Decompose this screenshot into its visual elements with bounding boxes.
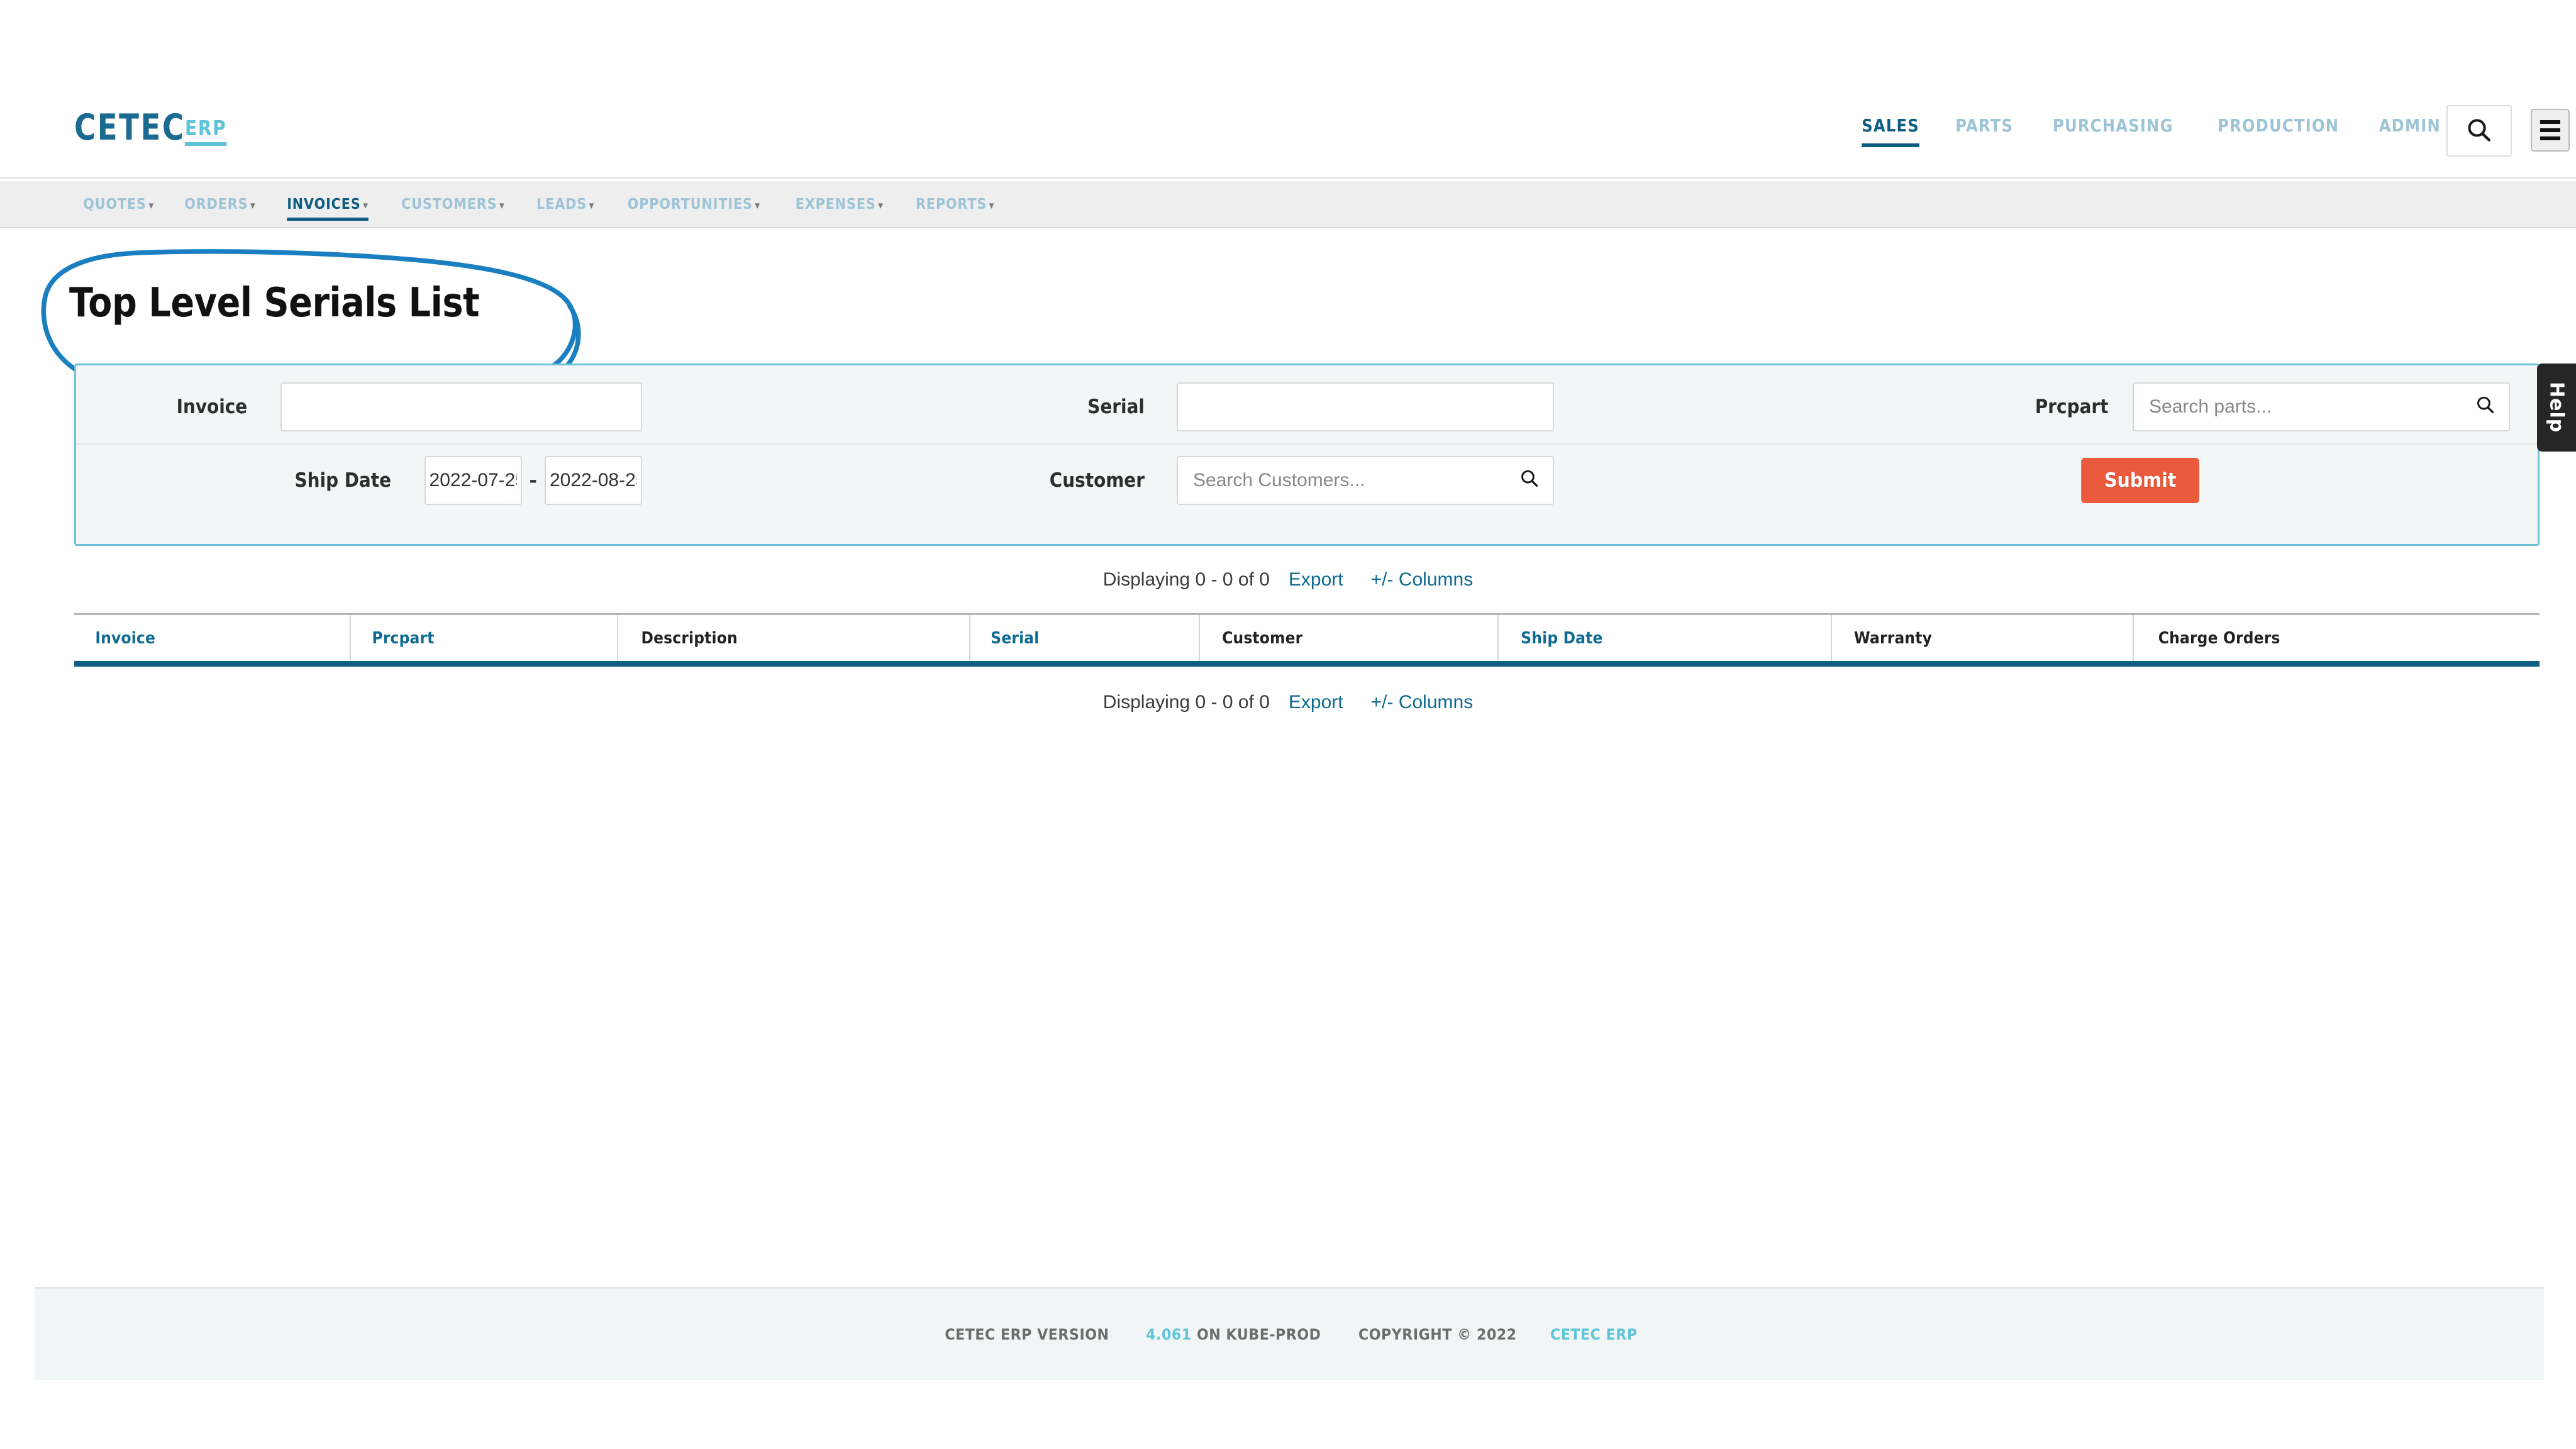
chevron-down-icon: ▾: [499, 199, 505, 212]
table-header-ship-date[interactable]: Ship Date: [1499, 615, 1832, 661]
footer-version-label: CETEC ERP VERSION: [944, 1325, 1109, 1343]
subnav-item-opportunities[interactable]: OPPORTUNITIES ▾: [618, 196, 771, 213]
footer-copyright: COPYRIGHT © 2022: [1358, 1325, 1517, 1343]
subnav-label: QUOTES: [83, 196, 147, 213]
export-link-top[interactable]: Export: [1289, 569, 1343, 591]
ship-date-label: Ship Date: [294, 469, 391, 492]
col-label: Invoice: [95, 628, 156, 648]
help-tab-label: Help: [2545, 382, 2568, 433]
subnav-label: INVOICES: [287, 196, 361, 213]
footer-cetec-erp-link[interactable]: CETEC ERP: [1550, 1326, 1638, 1343]
col-label: Description: [641, 628, 738, 648]
subnav-label: LEADS: [536, 196, 587, 213]
subnav-item-orders[interactable]: ORDERS ▾: [174, 196, 266, 213]
table-header-serial[interactable]: Serial: [970, 615, 1200, 661]
subnav-item-reports[interactable]: REPORTS ▾: [906, 196, 1005, 213]
col-label: Ship Date: [1521, 628, 1603, 648]
col-label: Warranty: [1853, 628, 1933, 648]
prcpart-label: Prcpart: [2035, 396, 2109, 418]
subnav-item-expenses[interactable]: EXPENSES ▾: [786, 196, 894, 213]
hamburger-menu-button[interactable]: [2531, 109, 2570, 152]
col-label: Prcpart: [372, 628, 435, 648]
export-link-bottom[interactable]: Export: [1289, 692, 1343, 713]
chevron-down-icon: ▾: [989, 199, 995, 212]
ship-date-to-input[interactable]: [545, 456, 642, 505]
table-header-customer: Customer: [1200, 615, 1499, 661]
nav-production[interactable]: PRODUCTION: [2206, 116, 2351, 136]
top-header-bar: CETEC ERP SALES PARTS PURCHASING PRODUCT…: [0, 0, 2576, 179]
chevron-down-icon: ▾: [589, 199, 595, 212]
serials-table: Invoice Prcpart Description Serial Custo…: [74, 613, 2540, 667]
col-label: Serial: [991, 628, 1040, 648]
col-label: Customer: [1222, 628, 1303, 648]
ship-date-from-input[interactable]: [424, 456, 522, 505]
filter-invoice: Invoice: [76, 382, 642, 431]
customer-label: Customer: [1049, 469, 1145, 492]
subnav-item-customers[interactable]: CUSTOMERS ▾: [391, 196, 515, 213]
nav-parts[interactable]: PARTS: [1943, 116, 2026, 136]
footer-version-number: 4.061: [1146, 1325, 1192, 1343]
page-title: Top Level Serials List: [69, 280, 480, 326]
cetec-erp-logo[interactable]: CETEC ERP: [74, 110, 235, 146]
page-footer: CETEC ERP VERSION 4.061 ON KUBE-PROD COP…: [35, 1287, 2544, 1380]
subnav-label: REPORTS: [915, 196, 987, 213]
subnav-item-quotes[interactable]: QUOTES ▾: [73, 196, 164, 213]
filter-submit-wrap: Submit: [2076, 458, 2204, 503]
logo-erp-text: ERP: [185, 118, 227, 146]
invoice-label: Invoice: [176, 396, 248, 418]
serial-input[interactable]: [1177, 382, 1554, 431]
table-header-warranty: Warranty: [1832, 615, 2134, 661]
subnav-item-leads[interactable]: LEADS ▾: [526, 196, 605, 213]
filter-customer: Customer: [988, 456, 1554, 505]
filter-row-1: Invoice Serial Prcpart: [76, 370, 2538, 443]
secondary-navigation: QUOTES ▾ ORDERS ▾ INVOICES ▾ CUSTOMERS ▾ LEA…: [0, 181, 2576, 228]
search-filter-panel: Invoice Serial Prcpart Search parts... S…: [74, 364, 2540, 546]
chevron-down-icon: ▾: [250, 199, 256, 212]
chevron-down-icon: ▾: [363, 199, 369, 212]
submit-button[interactable]: Submit: [2081, 458, 2200, 503]
search-icon: [2468, 119, 2490, 142]
table-header-description: Description: [618, 615, 970, 661]
invoice-input[interactable]: [280, 382, 642, 431]
nav-admin[interactable]: ADMIN: [2367, 116, 2453, 136]
hamburger-menu-icon: [2540, 136, 2560, 140]
hamburger-menu-icon: [2540, 128, 2560, 132]
results-summary-top: Displaying 0 - 0 of 0 Export +/- Columns: [0, 569, 2576, 591]
columns-link-top[interactable]: +/- Columns: [1371, 569, 1474, 591]
subnav-label: CUSTOMERS: [401, 196, 497, 213]
global-search-button[interactable]: [2446, 105, 2512, 157]
primary-navigation: SALES PARTS PURCHASING PRODUCTION ADMIN: [1844, 116, 2459, 147]
prcpart-search-input[interactable]: [2133, 382, 2510, 431]
chevron-down-icon: ▾: [878, 199, 884, 212]
table-header-invoice[interactable]: Invoice: [74, 615, 351, 661]
filter-row-2: Ship Date - Customer: [76, 443, 2538, 516]
subnav-label: ORDERS: [184, 196, 248, 213]
serial-label: Serial: [1087, 396, 1145, 418]
chevron-down-icon: ▾: [755, 199, 761, 212]
logo-cetec-text: CETEC: [74, 107, 186, 148]
table-header-charge-orders: Charge Orders: [2134, 615, 2540, 661]
app-root: CETEC ERP SALES PARTS PURCHASING PRODUCT…: [0, 0, 2576, 1449]
nav-sales[interactable]: SALES: [1850, 116, 1931, 147]
date-range-separator: -: [529, 469, 537, 492]
chevron-down-icon: ▾: [148, 199, 155, 212]
filter-prcpart: Prcpart: [1919, 382, 2510, 431]
subnav-label: EXPENSES: [795, 196, 876, 213]
footer-version-env: ON KUBE-PROD: [1197, 1325, 1322, 1343]
filter-ship-date: Ship Date -: [76, 456, 642, 505]
table-header-prcpart[interactable]: Prcpart: [351, 615, 618, 661]
results-summary-bottom: Displaying 0 - 0 of 0 Export +/- Columns: [0, 692, 2576, 713]
nav-purchasing[interactable]: PURCHASING: [2041, 116, 2185, 136]
displaying-count-top: Displaying 0 - 0 of 0: [1102, 569, 1270, 590]
displaying-count-bottom: Displaying 0 - 0 of 0: [1102, 692, 1270, 713]
hamburger-menu-icon: [2540, 120, 2560, 124]
customer-search-input[interactable]: [1177, 456, 1554, 505]
help-tab-button[interactable]: Help: [2537, 364, 2576, 452]
col-label: Charge Orders: [2158, 628, 2280, 648]
columns-link-bottom[interactable]: +/- Columns: [1371, 692, 1474, 713]
subnav-label: OPPORTUNITIES: [628, 196, 753, 213]
filter-serial: Serial: [988, 382, 1554, 431]
footer-version-group: 4.061 ON KUBE-PROD: [1146, 1326, 1321, 1343]
subnav-item-invoices[interactable]: INVOICES ▾: [277, 196, 379, 221]
